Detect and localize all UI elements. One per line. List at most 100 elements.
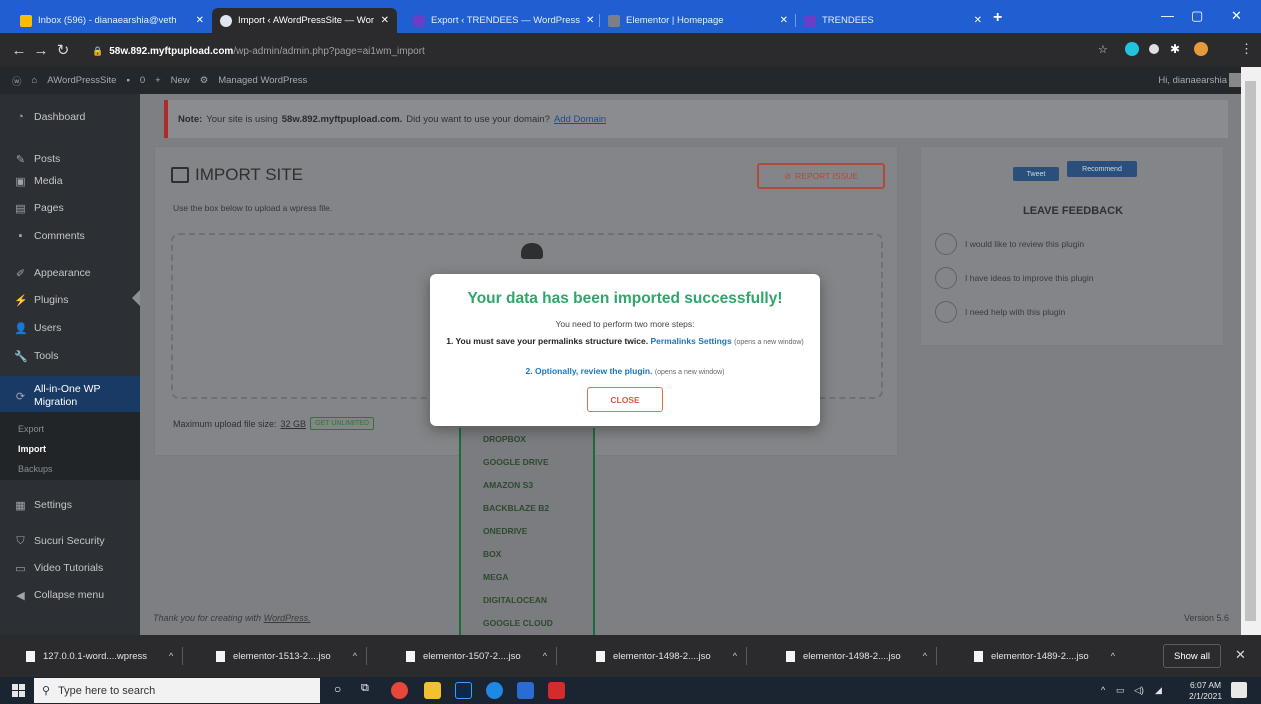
sidebar-item-dashboard[interactable]: ◔ Dashboard	[0, 104, 140, 130]
feedback-option-ideas[interactable]: I have ideas to improve this plugin	[935, 267, 1094, 289]
storage-option[interactable]: DIGITALOCEAN	[483, 595, 547, 605]
sidebar-item-pages[interactable]: ▤ Pages	[0, 195, 140, 221]
wordpress-logo-icon[interactable]: ⓦ	[12, 74, 22, 88]
maximize-icon[interactable]: ▢	[1191, 8, 1203, 24]
tweet-button[interactable]: Tweet	[1013, 167, 1059, 181]
submenu-import[interactable]: Import	[18, 444, 46, 454]
storage-option[interactable]: BOX	[483, 549, 501, 559]
wordpress-link[interactable]: WordPress.	[264, 613, 311, 623]
permalinks-settings-link[interactable]: Permalinks Settings	[650, 336, 731, 346]
storage-option[interactable]: MEGA	[483, 572, 509, 582]
taskbar-search[interactable]: ⚲ Type here to search	[34, 678, 320, 703]
download-item[interactable]: elementor-1489-2....jso ^	[974, 645, 1115, 667]
chevron-up-icon[interactable]: ^	[923, 651, 927, 661]
sidebar-item-users[interactable]: 👤 Users	[0, 315, 140, 341]
close-button[interactable]: CLOSE	[587, 387, 663, 412]
sidebar-item-appearance[interactable]: ✐ Appearance	[0, 260, 140, 286]
tray-chevron-icon[interactable]: ^	[1101, 685, 1105, 695]
sidebar-item-video-tutorials[interactable]: ▭ Video Tutorials	[0, 555, 140, 581]
recommend-button[interactable]: Recommend	[1067, 161, 1137, 177]
tab-elementor[interactable]: Elementor | Homepage ✕	[600, 8, 796, 33]
close-icon[interactable]: ✕	[780, 15, 788, 26]
site-name-link[interactable]: AWordPressSite	[47, 75, 116, 86]
feedback-option-review[interactable]: I would like to review this plugin	[935, 233, 1084, 255]
chevron-up-icon[interactable]: ^	[169, 651, 173, 661]
chevron-up-icon[interactable]: ^	[1111, 651, 1115, 661]
battery-icon[interactable]: ▭	[1116, 685, 1125, 696]
file-explorer-icon[interactable]	[424, 682, 441, 699]
chevron-up-icon[interactable]: ^	[353, 651, 357, 661]
extension-icon[interactable]	[1125, 42, 1139, 56]
sidebar-item-tools[interactable]: 🔧 Tools	[0, 343, 140, 369]
close-icon[interactable]: ✕	[196, 15, 204, 26]
storage-option[interactable]: BACKBLAZE B2	[483, 503, 549, 513]
show-all-button[interactable]: Show all	[1163, 644, 1221, 668]
app-icon[interactable]	[517, 682, 534, 699]
radio-button[interactable]	[935, 301, 957, 323]
sidebar-item-collapse-menu[interactable]: ◀ Collapse menu	[0, 582, 140, 608]
add-domain-link[interactable]: Add Domain	[554, 114, 606, 125]
get-unlimited-button[interactable]: GET UNLIMITED	[310, 417, 374, 430]
submenu-export[interactable]: Export	[18, 424, 44, 434]
chrome-icon[interactable]	[391, 682, 408, 699]
sidebar-item-plugins[interactable]: ⚡ Plugins	[0, 287, 140, 313]
window-close-icon[interactable]: ✕	[1231, 8, 1242, 24]
telegram-icon[interactable]	[486, 682, 503, 699]
radio-button[interactable]	[935, 233, 957, 255]
comments-count[interactable]: 0	[140, 75, 145, 86]
sidebar-item-media[interactable]: ▣ Media	[0, 168, 140, 194]
download-item[interactable]: elementor-1498-2....jso ^	[786, 645, 937, 667]
sidebar-item-comments[interactable]: ▪ Comments	[0, 223, 140, 249]
chevron-up-icon[interactable]: ^	[543, 651, 547, 661]
photoshop-icon[interactable]	[455, 682, 472, 699]
storage-option[interactable]: DROPBOX	[483, 434, 526, 444]
cortana-icon[interactable]: ○	[334, 682, 351, 699]
bookmark-star-icon[interactable]: ☆	[1098, 43, 1108, 56]
url-field[interactable]: 🔒 58w.892.myftpupload.com/wp-admin/admin…	[92, 41, 1104, 61]
download-item[interactable]: elementor-1498-2....jso ^	[596, 645, 747, 667]
storage-option[interactable]: GOOGLE CLOUD	[483, 618, 553, 628]
close-icon[interactable]: ✕	[974, 15, 982, 26]
app-icon[interactable]	[548, 682, 565, 699]
managed-wordpress-link[interactable]: Managed WordPress	[218, 75, 307, 86]
close-icon[interactable]: ✕	[586, 15, 594, 26]
scrollbar-thumb[interactable]	[1245, 81, 1256, 621]
download-item[interactable]: elementor-1507-2....jso ^	[406, 645, 557, 667]
profile-avatar[interactable]	[1194, 42, 1208, 56]
download-item[interactable]: elementor-1513-2....jso ^	[216, 645, 367, 667]
back-icon[interactable]: ←	[8, 42, 30, 59]
storage-option[interactable]: AMAZON S3	[483, 480, 533, 490]
volume-icon[interactable]: ◁)	[1134, 685, 1144, 696]
page-scrollbar[interactable]	[1241, 67, 1261, 635]
review-plugin-link[interactable]: Optionally, review the plugin.	[535, 366, 652, 376]
feedback-option-help[interactable]: I need help with this plugin	[935, 301, 1065, 323]
account-greeting[interactable]: Hi, dianaearshia	[1158, 75, 1227, 86]
task-view-icon[interactable]: ⧉	[361, 682, 378, 699]
forward-icon[interactable]: →	[30, 42, 52, 59]
avatar[interactable]	[1229, 73, 1241, 87]
sidebar-item-all-in-one-wp-migration[interactable]: ⟳ All-in-One WP Migration	[0, 376, 140, 416]
reload-icon[interactable]: ↻	[52, 41, 74, 59]
sidebar-item-settings[interactable]: ▦ Settings	[0, 492, 140, 518]
report-issue-button[interactable]: ⊘ REPORT ISSUE	[757, 163, 885, 189]
tab-export[interactable]: Export ‹ TRENDEES — WordPress ✕	[405, 8, 600, 33]
radio-button[interactable]	[935, 267, 957, 289]
new-link[interactable]: New	[171, 75, 190, 86]
windows-start-icon[interactable]	[12, 684, 25, 697]
close-icon[interactable]: ✕	[1235, 647, 1246, 663]
minimize-icon[interactable]: —	[1161, 8, 1174, 23]
chevron-up-icon[interactable]: ^	[733, 651, 737, 661]
extension-icon[interactable]	[1149, 44, 1159, 54]
new-tab-icon[interactable]: +	[993, 9, 1002, 27]
system-clock[interactable]: 6:07 AM 2/1/2021	[1189, 680, 1222, 702]
tab-trendees[interactable]: TRENDEES ✕	[796, 8, 990, 33]
submenu-backups[interactable]: Backups	[18, 464, 53, 474]
storage-option[interactable]: GOOGLE DRIVE	[483, 457, 549, 467]
puzzle-icon[interactable]: ✱	[1170, 42, 1180, 56]
browser-menu-icon[interactable]: ⋮	[1240, 41, 1253, 57]
storage-option[interactable]: ONEDRIVE	[483, 526, 527, 536]
notification-icon[interactable]	[1231, 682, 1247, 698]
tab-inbox[interactable]: Inbox (596) - dianaearshia@veth ✕	[12, 8, 212, 33]
network-icon[interactable]: ◢	[1155, 685, 1162, 696]
download-item[interactable]: 127.0.0.1-word....wpress ^	[26, 645, 184, 667]
